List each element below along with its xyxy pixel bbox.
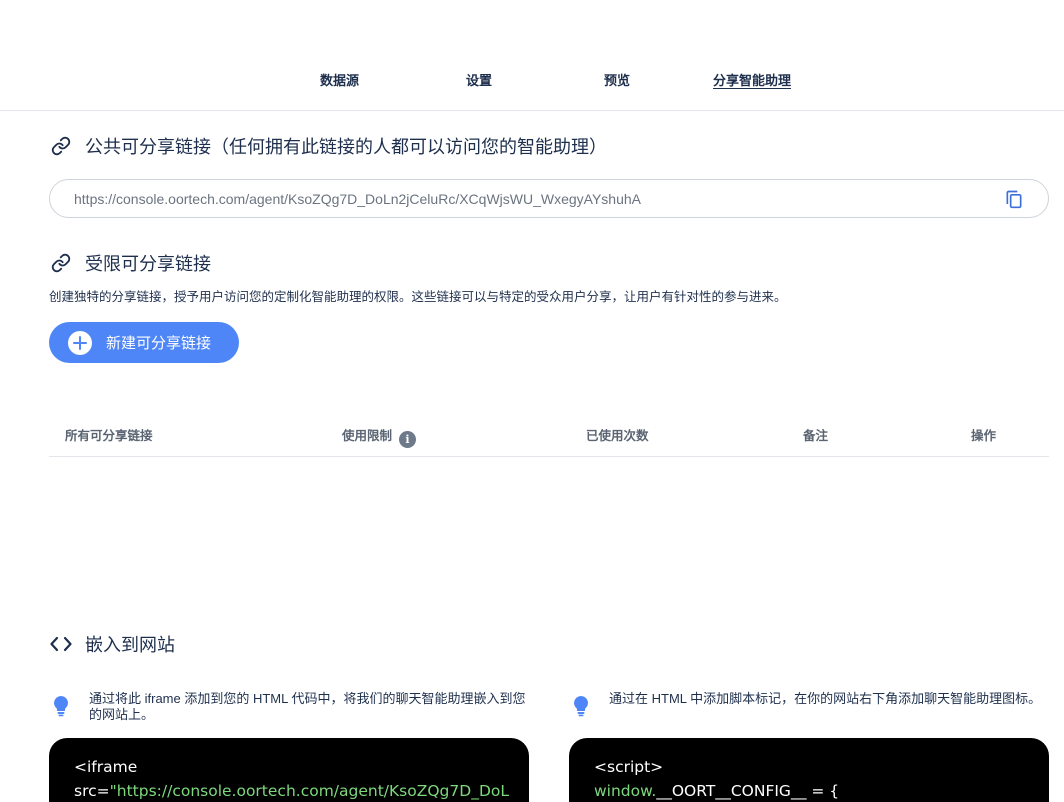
lightbulb-icon — [53, 695, 73, 717]
iframe-tip-text: 通过将此 iframe 添加到您的 HTML 代码中，将我们的聊天智能助理嵌入到… — [89, 691, 526, 722]
tab-preview[interactable]: 预览 — [604, 70, 630, 89]
new-shareable-link-label: 新建可分享链接 — [106, 335, 212, 352]
tab-data-source[interactable]: 数据源 — [320, 70, 359, 89]
code-icon — [50, 633, 72, 655]
info-icon[interactable]: i — [399, 431, 417, 448]
code-config: __OORT__CONFIG__ = { — [656, 782, 840, 800]
code-line: window.__OORT__CONFIG__ = { — [594, 779, 1049, 802]
link-icon — [50, 252, 72, 274]
code-object: window. — [594, 782, 657, 800]
public-link-header: 公共可分享链接（任何拥有此链接的人都可以访问您的智能助理） — [50, 133, 607, 159]
column-header-all-links: 所有可分享链接 — [65, 429, 153, 443]
embed-title: 嵌入到网站 — [85, 635, 175, 655]
public-link-title: 公共可分享链接（任何拥有此链接的人都可以访问您的智能助理） — [85, 137, 607, 157]
restricted-link-title: 受限可分享链接 — [85, 254, 211, 274]
restricted-link-header: 受限可分享链接 — [50, 250, 211, 276]
script-code-block[interactable]: <script> window.__OORT__CONFIG__ = { — [569, 738, 1049, 802]
column-header-times-used: 已使用次数 — [586, 429, 649, 443]
new-shareable-link-button[interactable]: 新建可分享链接 — [49, 322, 239, 363]
lightbulb-icon — [573, 695, 593, 717]
column-header-usage-limit: 使用限制 i — [342, 425, 417, 448]
column-header-usage-limit-label: 使用限制 — [342, 429, 393, 443]
column-header-notes: 备注 — [803, 429, 829, 443]
plus-icon — [68, 330, 92, 355]
code-line: <script> — [594, 758, 664, 776]
public-link-url[interactable]: https://console.oortech.com/agent/KsoZQg… — [74, 191, 641, 207]
table-divider — [49, 456, 1049, 457]
link-icon — [50, 135, 72, 157]
top-nav: 数据源 设置 预览 分享智能助理 — [0, 0, 1064, 111]
tab-share-assistant[interactable]: 分享智能助理 — [713, 70, 791, 89]
code-string: "https://console.oortech.com/agent/KsoZQ… — [109, 782, 509, 800]
code-line: src="https://console.oortech.com/agent/K… — [74, 779, 529, 802]
code-line: <iframe — [74, 758, 138, 776]
embed-header: 嵌入到网站 — [50, 631, 175, 657]
script-tip-text: 通过在 HTML 中添加脚本标记，在你的网站右下角添加聊天智能助理图标。 — [609, 691, 1042, 706]
restricted-link-description: 创建独特的分享链接，授予用户访问您的定制化智能助理的权限。这些链接可以与特定的受… — [49, 290, 787, 304]
column-header-actions: 操作 — [971, 429, 997, 443]
tab-settings[interactable]: 设置 — [466, 70, 492, 89]
iframe-tip: 通过将此 iframe 添加到您的 HTML 代码中，将我们的聊天智能助理嵌入到… — [53, 691, 533, 722]
script-tip: 通过在 HTML 中添加脚本标记，在你的网站右下角添加聊天智能助理图标。 — [573, 691, 1049, 717]
iframe-code-block[interactable]: <iframe src="https://console.oortech.com… — [49, 738, 529, 802]
copy-icon[interactable] — [1004, 189, 1024, 209]
public-link-field[interactable]: https://console.oortech.com/agent/KsoZQg… — [49, 179, 1049, 218]
code-attr: src= — [74, 782, 110, 800]
